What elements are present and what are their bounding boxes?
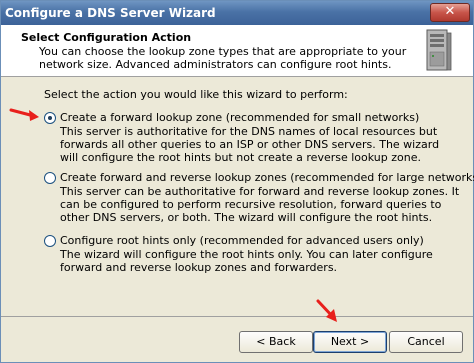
- wizard-window: Configure a DNS Server Wizard ✕ Select C…: [0, 0, 474, 363]
- wizard-footer: < Back Next > Cancel: [1, 316, 473, 362]
- option-description: The wizard will configure the root hints…: [60, 248, 433, 274]
- option-label[interactable]: Configure root hints only (recommended f…: [60, 234, 424, 247]
- title-bar: Configure a DNS Server Wizard ✕: [1, 1, 473, 25]
- action-prompt: Select the action you would like this wi…: [44, 88, 348, 101]
- back-button[interactable]: < Back: [239, 331, 313, 353]
- page-title: Select Configuration Action: [21, 31, 192, 44]
- page-description: You can choose the lookup zone types tha…: [39, 45, 407, 71]
- radio-root-hints[interactable]: [44, 235, 56, 247]
- radio-forward-reverse-zones[interactable]: [44, 172, 56, 184]
- option-description: This server is authoritative for the DNS…: [60, 125, 440, 164]
- wizard-content: Select the action you would like this wi…: [1, 78, 474, 316]
- radio-forward-zone[interactable]: [44, 112, 56, 124]
- red-arrow-icon: [316, 299, 337, 322]
- option-label[interactable]: Create a forward lookup zone (recommende…: [60, 111, 419, 124]
- wizard-header: Select Configuration Action You can choo…: [1, 25, 473, 77]
- option-label[interactable]: Create forward and reverse lookup zones …: [60, 171, 474, 184]
- red-arrow-icon: [9, 108, 39, 121]
- server-icon: [426, 29, 452, 71]
- close-button[interactable]: ✕: [430, 3, 470, 22]
- window-title: Configure a DNS Server Wizard: [5, 6, 216, 20]
- cancel-button[interactable]: Cancel: [389, 331, 463, 353]
- option-description: This server can be authoritative for for…: [60, 185, 460, 224]
- next-button[interactable]: Next >: [313, 331, 387, 353]
